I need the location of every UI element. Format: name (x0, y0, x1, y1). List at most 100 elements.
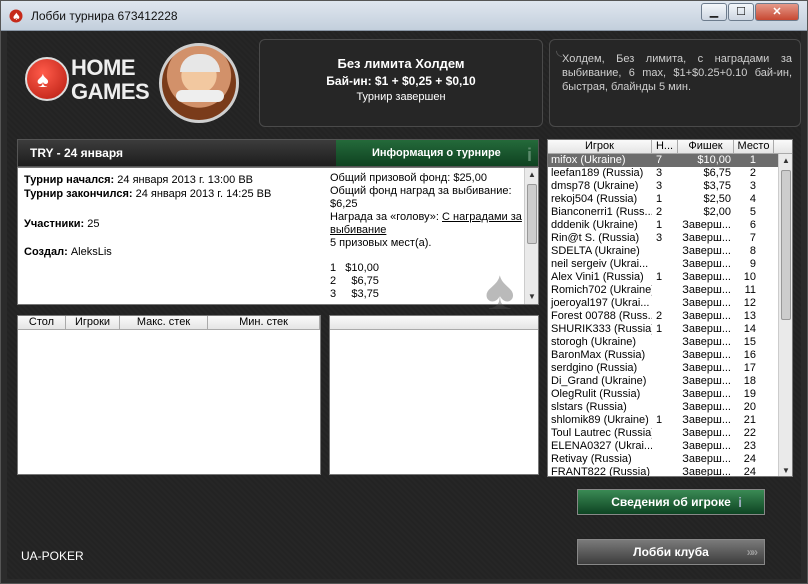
table-row[interactable]: SHURIK333 (Russia) 1 Заверш... 14 (548, 323, 792, 336)
table-row[interactable]: slstars (Russia) Заверш... 20 (548, 401, 792, 414)
player-name: OlegRulit (Russia) (551, 388, 641, 400)
player-info-button[interactable]: Сведения об игроке i (577, 489, 765, 515)
table-row[interactable]: storogh (Ukraine) Заверш... 15 (548, 336, 792, 349)
table-row[interactable]: OlegRulit (Russia) Заверш... 19 (548, 388, 792, 401)
club-name: UA-POKER (21, 549, 84, 563)
player-place: 9 (749, 258, 756, 270)
players-scrollbar[interactable]: ▲ ▼ (778, 154, 792, 476)
prize-places: 5 призовых мест(а). (330, 237, 432, 249)
player-place: 23 (743, 440, 756, 452)
pokerstars-icon: ♠ (9, 9, 23, 23)
maximize-button[interactable]: ☐ (728, 3, 754, 21)
home-games-logo: ♠ HOME GAMES (25, 51, 150, 121)
player-chips: Заверш... (682, 323, 731, 335)
club-lobby-button[interactable]: Лобби клуба »» (577, 539, 765, 565)
player-chips: Заверш... (682, 310, 731, 322)
col-max-stack[interactable]: Макс. стек (120, 316, 208, 329)
player-name: storogh (Ukraine) (551, 336, 636, 348)
table-row[interactable]: Alex Vini1 (Russia) 1 Заверш... 10 (548, 271, 792, 284)
player-knockouts: 1 (656, 414, 663, 426)
table-row[interactable]: Bianconerri1 (Russ... 2 $2,00 5 (548, 206, 792, 219)
col-knockouts[interactable]: Н... (652, 140, 678, 153)
participants-value: 25 (87, 218, 100, 230)
table-row[interactable]: Retivay (Russia) Заверш... 24 (548, 453, 792, 466)
player-knockouts: 3 (656, 232, 663, 244)
bounty-label: Награда за «голову»: (330, 211, 439, 223)
player-name: rekoj504 (Russia) (551, 193, 638, 205)
bounty-pool: Общий фонд наград за выбивание: $6,25 (330, 185, 512, 210)
scroll-up-icon[interactable]: ▲ (525, 168, 539, 182)
table-row[interactable]: serdgino (Russia) Заверш... 17 (548, 362, 792, 375)
player-knockouts (652, 466, 678, 476)
table-row[interactable]: dmsp78 (Ukraine) 3 $3,75 3 (548, 180, 792, 193)
title-bar[interactable]: ♠ Лобби турнира 673412228 ▁ ☐ ✕ (1, 1, 807, 31)
table-row[interactable]: rekoj504 (Russia) 1 $2,50 4 (548, 193, 792, 206)
player-name: neil sergeiv (Ukrai... (551, 258, 649, 270)
player-chips: Заверш... (682, 219, 731, 231)
player-name: Forest 00788 (Russ... (551, 310, 652, 322)
table-players-list (329, 315, 539, 475)
table-row[interactable]: dddenik (Ukraine) 1 Заверш... 6 (548, 219, 792, 232)
player-place: 24 (743, 466, 756, 477)
col-place[interactable]: Место (734, 140, 774, 153)
table-row[interactable]: Romich702 (Ukraine) Заверш... 11 (548, 284, 792, 297)
player-name: slstars (Russia) (551, 401, 627, 413)
player-name: FRANT822 (Russia) (551, 466, 651, 477)
player-chips: Заверш... (682, 401, 731, 413)
logo-line-2: GAMES (71, 79, 150, 104)
double-arrow-icon: »» (746, 545, 758, 559)
table-row[interactable]: Toul Lautrec (Russia) Заверш... 22 (548, 427, 792, 440)
table-row[interactable]: SDELTA (Ukraine) Заверш... 8 (548, 245, 792, 258)
player-place: 14 (743, 323, 756, 335)
table-row[interactable]: ELENA0327 (Ukrai... Заверш... 23 (548, 440, 792, 453)
scroll-down-icon[interactable]: ▼ (779, 464, 792, 476)
player-place: 4 (749, 193, 756, 205)
player-knockouts (652, 284, 678, 297)
table-row[interactable]: Rin@t S. (Russia) 3 Заверш... 7 (548, 232, 792, 245)
player-chips: Заверш... (682, 258, 731, 270)
player-chips: Заверш... (682, 297, 731, 309)
col-chips[interactable]: Фишек (678, 140, 734, 153)
player-chips: Заверш... (682, 245, 731, 257)
player-knockouts (652, 349, 678, 362)
window-title: Лобби турнира 673412228 (31, 9, 178, 23)
logo-line-1: HOME (71, 55, 136, 80)
tournament-info-label: Информация о турнире (372, 147, 501, 159)
scroll-thumb[interactable] (781, 170, 791, 320)
player-name: joeroyal197 (Ukrai... (551, 297, 650, 309)
scroll-up-icon[interactable]: ▲ (779, 154, 792, 168)
player-name: Bianconerri1 (Russ... (551, 206, 652, 218)
spade-watermark-icon: ♠ (485, 258, 515, 321)
table-row[interactable]: BaronMax (Russia) Заверш... 16 (548, 349, 792, 362)
col-player[interactable]: Игрок (548, 140, 652, 153)
col-players[interactable]: Игроки (66, 316, 120, 329)
scroll-thumb[interactable] (527, 184, 537, 244)
tournament-info-tab[interactable]: Информация о турнире i (336, 140, 538, 166)
col-table[interactable]: Стол (18, 316, 66, 329)
table-row[interactable]: neil sergeiv (Ukrai... Заверш... 9 (548, 258, 792, 271)
player-place: 8 (749, 245, 756, 257)
player-knockouts: 1 (656, 219, 663, 231)
table-row[interactable]: shlomik89 (Ukraine) 1 Заверш... 21 (548, 414, 792, 427)
player-name: shlomik89 (Ukraine) (551, 414, 649, 426)
player-place: 18 (743, 375, 756, 387)
player-name: serdgino (Russia) (551, 362, 638, 374)
club-avatar (159, 43, 239, 123)
table-row[interactable]: Di_Grand (Ukraine) Заверш... 18 (548, 375, 792, 388)
player-knockouts: 3 (656, 167, 663, 179)
player-name: Di_Grand (Ukraine) (551, 375, 647, 387)
table-row[interactable]: leefan189 (Russia) 3 $6,75 2 (548, 167, 792, 180)
table-row[interactable]: joeroyal197 (Ukrai... Заверш... 12 (548, 297, 792, 310)
player-name: dddenik (Ukraine) (551, 219, 638, 231)
tournament-name-tab[interactable]: TRY - 24 января (30, 146, 123, 160)
table-row[interactable]: Forest 00788 (Russ... 2 Заверш... 13 (548, 310, 792, 323)
table-row[interactable]: mifox (Ukraine) 7 $10,00 1 (548, 154, 792, 167)
minimize-button[interactable]: ▁ (701, 3, 727, 21)
player-knockouts: 1 (656, 271, 663, 283)
close-button[interactable]: ✕ (755, 3, 799, 21)
table-row[interactable]: FRANT822 (Russia) Заверш... 24 (548, 466, 792, 477)
player-chips: Заверш... (682, 388, 731, 400)
player-knockouts: 1 (656, 323, 663, 335)
player-rows: mifox (Ukraine) 7 $10,00 1 leefan189 (Russia… (548, 154, 792, 477)
col-min-stack[interactable]: Мин. стек (208, 316, 320, 329)
